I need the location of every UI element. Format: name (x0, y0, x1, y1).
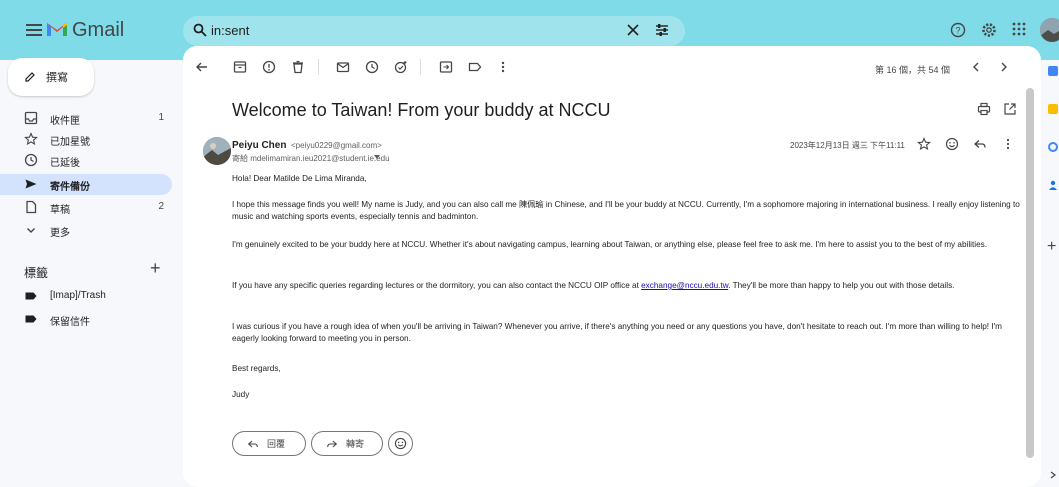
account-avatar[interactable] (1040, 18, 1059, 42)
reply-icon (247, 438, 259, 450)
email-subject: Welcome to Taiwan! From your buddy at NC… (232, 100, 611, 120)
app-name[interactable]: Gmail (72, 19, 124, 42)
clock-icon (24, 153, 38, 167)
chevron-down-icon (24, 223, 38, 237)
emoji-reaction-button[interactable] (388, 431, 413, 456)
sidebar-label-kept[interactable]: 保留信件 (0, 309, 172, 330)
sidebar-label-imap-trash[interactable]: [Imap]/Trash (0, 286, 172, 307)
star-icon (24, 132, 38, 146)
sidebar-item-label: 保留信件 (50, 317, 90, 328)
email-greeting: Hola! Dear Matilde De Lima Miranda, (232, 174, 367, 183)
label-icon[interactable] (468, 60, 484, 76)
forward-label: 轉寄 (346, 439, 365, 449)
move-to-icon[interactable] (439, 60, 455, 76)
delete-icon[interactable] (291, 60, 307, 76)
sidebar-item-drafts[interactable]: 草稿 2 (0, 197, 172, 218)
sidebar-item-label: 已加星號 (50, 137, 90, 148)
help-icon[interactable]: ? (950, 22, 966, 38)
mark-unread-icon[interactable] (336, 60, 352, 76)
email-date: 2023年12月13日 週三 下午11:11 (790, 141, 905, 150)
keep-icon[interactable] (1048, 104, 1058, 114)
sidebar-item-label: 收件匣 (50, 116, 80, 127)
recipient-line[interactable]: 寄給 mdelimamiran.ieu2021@student.ie.edu (232, 153, 390, 164)
add-task-icon[interactable] (394, 60, 410, 76)
label-icon (24, 289, 38, 303)
scrollbar[interactable] (1026, 88, 1034, 458)
forward-button[interactable]: 轉寄 (311, 431, 383, 456)
gmail-logo-icon[interactable] (46, 20, 68, 37)
tasks-icon[interactable] (1048, 142, 1058, 152)
email-paragraph: I was curious if you have a rough idea o… (232, 322, 1002, 343)
message-panel: 第 16 個，共 54 個 Welcome to Taiwan! From yo… (183, 46, 1041, 487)
clear-search-icon[interactable] (627, 24, 639, 36)
search-input[interactable]: in:sent (211, 23, 249, 38)
sidebar-item-label: [Imap]/Trash (50, 290, 106, 301)
sidebar-item-sent[interactable]: 寄件備份 (0, 174, 172, 195)
email-signature: Judy (232, 390, 250, 399)
sender-email: <peiyu0229@gmail.com> (291, 141, 382, 150)
toolbar-divider (420, 59, 421, 75)
archive-icon[interactable] (233, 60, 249, 76)
main-menu-icon[interactable] (20, 16, 48, 44)
sidebar-item-label: 寄件備份 (50, 182, 90, 193)
contacts-icon[interactable] (1048, 180, 1058, 190)
draft-icon (24, 200, 38, 214)
pencil-icon (24, 71, 36, 83)
reply-icon[interactable] (973, 137, 989, 153)
emoji-icon (394, 437, 407, 450)
svg-text:?: ? (955, 26, 960, 36)
star-icon[interactable] (917, 137, 933, 153)
chevron-right-icon[interactable] (1049, 471, 1057, 479)
draft-count: 2 (158, 201, 164, 212)
back-arrow-icon[interactable] (195, 60, 211, 76)
apps-grid-icon[interactable] (1012, 22, 1026, 36)
sidebar-item-label: 已延後 (50, 158, 80, 169)
more-options-icon[interactable] (1001, 137, 1017, 153)
sidebar-item-snoozed[interactable]: 已延後 (0, 150, 172, 171)
chevron-left-icon[interactable] (969, 60, 985, 76)
compose-button[interactable]: 撰寫 (8, 58, 94, 96)
sidebar-item-label: 草稿 (50, 205, 70, 216)
print-icon[interactable] (977, 102, 993, 118)
email-closing: Best regards, (232, 364, 281, 373)
emoji-reaction-icon[interactable] (945, 137, 961, 153)
reply-button[interactable]: 回覆 (232, 431, 306, 456)
reply-label: 回覆 (267, 439, 286, 449)
sender-avatar[interactable] (203, 137, 231, 165)
open-new-window-icon[interactable] (1003, 102, 1019, 118)
toolbar-divider (318, 59, 319, 75)
email-paragraph: I hope this message finds you well! My n… (232, 200, 1020, 221)
sidebar-item-starred[interactable]: 已加星號 (0, 129, 172, 150)
chevron-right-icon[interactable] (997, 60, 1013, 76)
unread-count: 1 (158, 112, 164, 123)
snooze-icon[interactable] (365, 60, 381, 76)
inbox-icon (24, 111, 38, 125)
paragraph-text: If you have any specific queries regardi… (232, 281, 642, 290)
paragraph-text: . They'll be more than happy to help you… (728, 281, 955, 290)
email-paragraph: If you have any specific queries regardi… (232, 280, 1022, 292)
more-options-icon[interactable] (496, 60, 512, 76)
pagination-info: 第 16 個，共 54 個 (875, 65, 951, 75)
forward-icon (326, 438, 338, 450)
labels-heading: 標籤 (24, 266, 49, 280)
side-panel-rail: + (1041, 46, 1059, 487)
send-icon (24, 177, 38, 191)
sender-name[interactable]: Peiyu Chen (232, 140, 286, 151)
settings-gear-icon[interactable] (981, 22, 997, 38)
report-spam-icon[interactable] (262, 60, 278, 76)
compose-label: 撰寫 (46, 72, 68, 84)
search-options-icon[interactable] (655, 23, 669, 37)
add-label-icon[interactable]: + (150, 258, 161, 279)
sidebar-item-inbox[interactable]: 收件匣 1 (0, 108, 172, 129)
email-paragraph: I'm genuinely excited to be your buddy h… (232, 240, 988, 249)
label-icon (24, 312, 38, 326)
search-bar[interactable] (183, 16, 685, 46)
sidebar-item-more[interactable]: 更多 (0, 220, 172, 241)
oip-email-link[interactable]: exchange@nccu.edu.tw (641, 281, 728, 290)
add-addon-icon[interactable]: + (1047, 238, 1056, 256)
search-icon[interactable] (193, 23, 207, 37)
sidebar-item-label: 更多 (50, 228, 70, 239)
recipient-details-icon[interactable] (374, 155, 380, 160)
calendar-icon[interactable] (1048, 66, 1058, 76)
